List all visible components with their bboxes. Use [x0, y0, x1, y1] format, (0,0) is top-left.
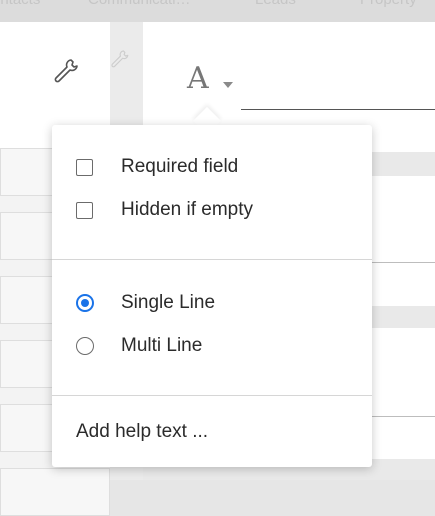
hidden-if-empty-option[interactable]: Hidden if empty	[76, 198, 253, 222]
single-line-label: Single Line	[121, 292, 216, 313]
field-underline	[241, 109, 435, 110]
wrench-icon	[111, 50, 129, 68]
multi-line-radio[interactable]	[76, 337, 94, 355]
single-line-option[interactable]: Single Line	[76, 291, 215, 315]
tab-leads[interactable]: Leads	[255, 0, 296, 8]
menu-divider	[52, 259, 372, 260]
menu-divider	[52, 395, 372, 396]
required-field-checkbox[interactable]	[76, 158, 93, 176]
hidden-if-empty-checkbox[interactable]	[76, 201, 93, 219]
hidden-if-empty-label: Hidden if empty	[121, 199, 254, 220]
multi-line-option[interactable]: Multi Line	[76, 334, 202, 358]
tab-property[interactable]: Property	[360, 0, 417, 8]
multi-line-label: Multi Line	[121, 335, 203, 356]
top-tab-bar: intacts Communicati… Leads Property	[0, 0, 435, 22]
tab-contacts[interactable]: intacts	[0, 0, 40, 8]
font-style-icon[interactable]: A	[187, 64, 209, 94]
required-field-option[interactable]: Required field	[76, 155, 238, 179]
required-field-label: Required field	[121, 156, 239, 177]
add-help-text-link[interactable]: Add help text ...	[76, 421, 208, 443]
wrench-icon[interactable]	[50, 56, 80, 86]
chevron-down-icon[interactable]	[223, 82, 233, 88]
single-line-radio[interactable]	[76, 294, 94, 312]
field-options-popover: Required field Hidden if empty Single Li…	[52, 125, 372, 467]
list-row	[0, 468, 110, 516]
tab-communications[interactable]: Communicati…	[88, 0, 191, 8]
